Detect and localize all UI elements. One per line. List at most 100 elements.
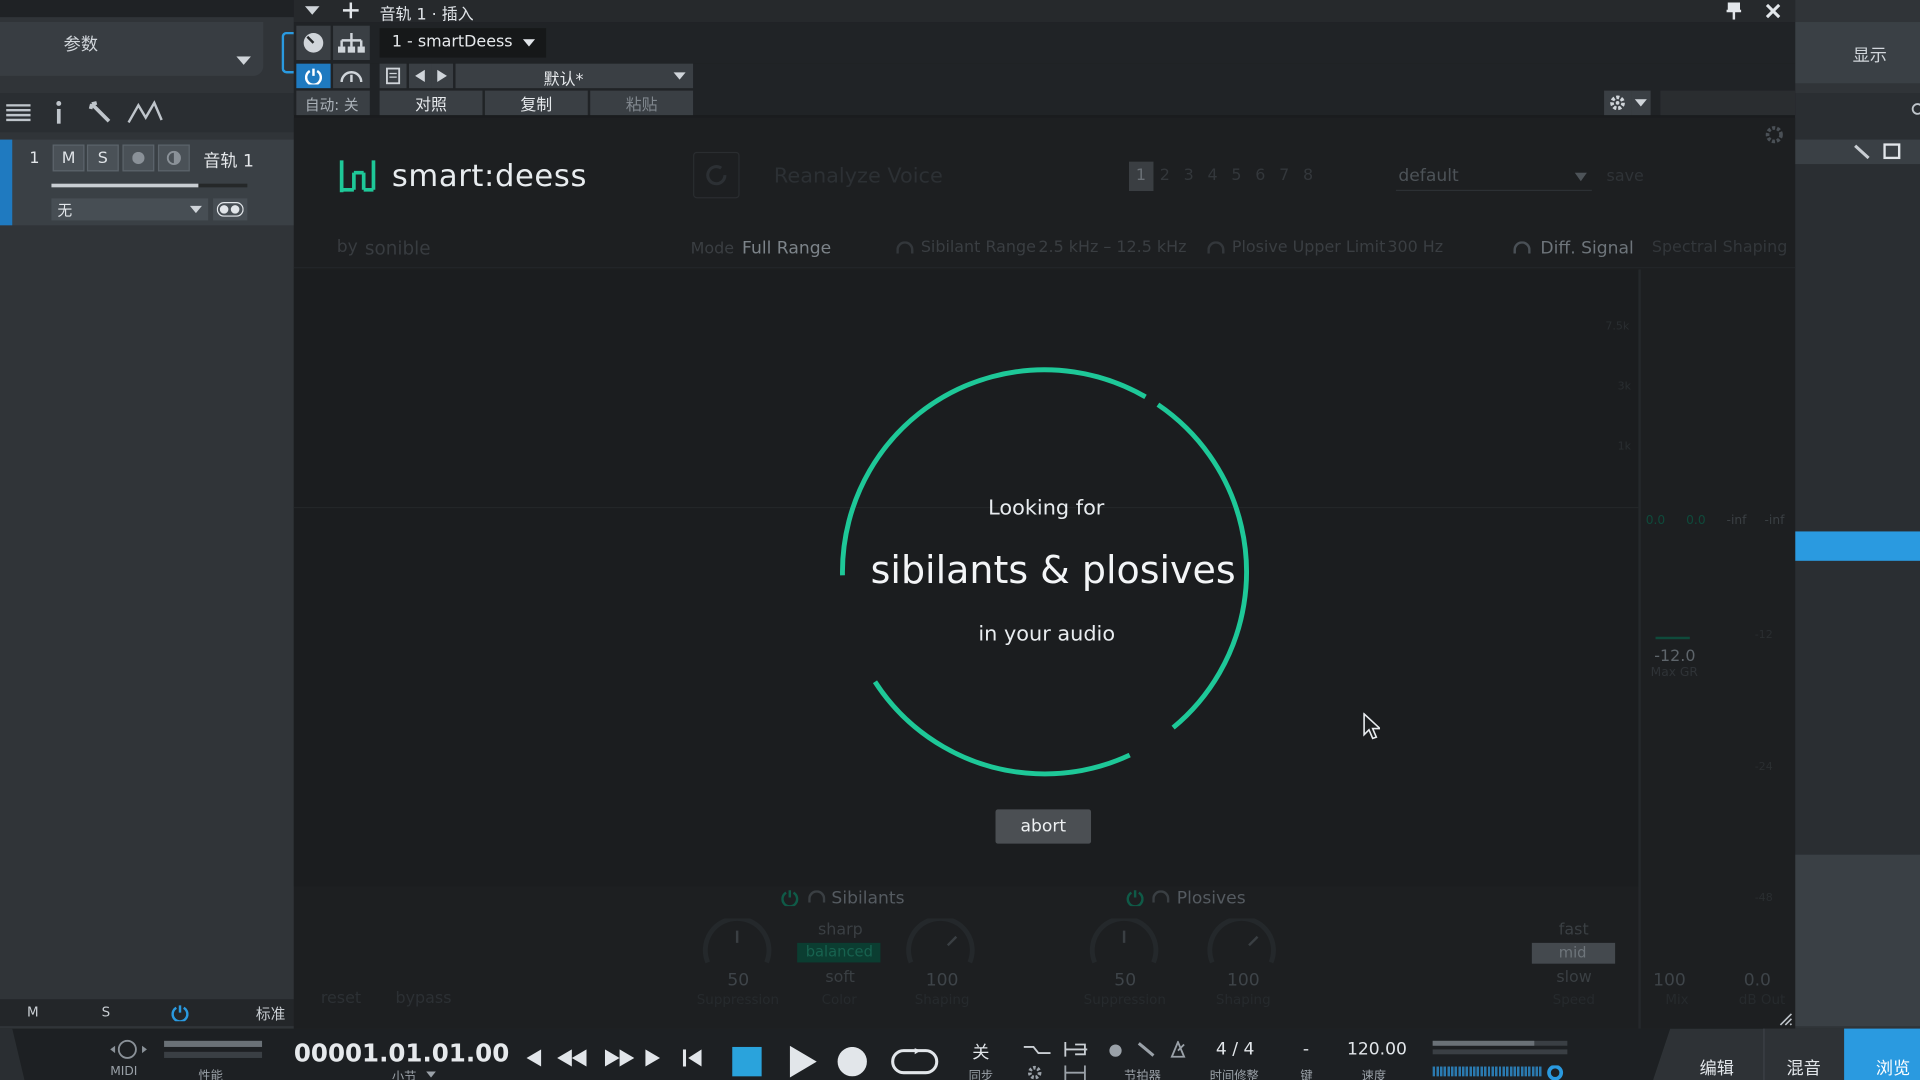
plugin-select[interactable]: 1 - smartDeess	[379, 28, 547, 58]
track-1[interactable]: 1 M S 音轨 1 无	[0, 139, 294, 226]
preset-slot-5[interactable]: 5	[1225, 162, 1249, 191]
preset-dropdown[interactable]: default	[1395, 164, 1592, 192]
time-signature[interactable]: 4 / 4	[1216, 1040, 1254, 1060]
list-icon[interactable]	[6, 104, 31, 122]
abort-button[interactable]: abort	[995, 809, 1092, 844]
close-icon[interactable]	[1765, 3, 1781, 19]
metronome-icon[interactable]	[1168, 1040, 1188, 1058]
power-icon[interactable]	[781, 889, 799, 907]
tab-mix[interactable]: 混音	[1763, 1028, 1845, 1080]
speed-option-mid[interactable]: mid	[1531, 942, 1616, 964]
pin-icon[interactable]	[1726, 2, 1742, 20]
wrench-icon[interactable]	[1854, 144, 1871, 160]
preset-slot-7[interactable]: 7	[1272, 162, 1296, 191]
compare-button[interactable]: 对照	[379, 90, 483, 116]
tab-browse[interactable]: 浏览	[1844, 1028, 1920, 1080]
power-icon[interactable]	[171, 1004, 189, 1022]
reset-button[interactable]: reset	[321, 989, 361, 1007]
preset-slot-4[interactable]: 4	[1201, 162, 1225, 191]
record-arm-button[interactable]	[122, 144, 155, 172]
next-marker-icon[interactable]	[645, 1049, 662, 1067]
paste-button[interactable]: 粘贴	[590, 90, 694, 116]
return-to-zero-icon[interactable]	[682, 1049, 702, 1067]
gear-icon[interactable]	[1026, 1064, 1043, 1080]
spectral-shaping-toggle[interactable]: Spectral Shaping	[1652, 239, 1787, 257]
solo-button[interactable]: S	[86, 144, 119, 172]
time-unit[interactable]: 小节	[392, 1067, 416, 1080]
speed-option-fast[interactable]: fast	[1559, 921, 1589, 939]
volume-fader[interactable]	[1432, 1066, 1543, 1077]
selected-row[interactable]	[1795, 531, 1920, 561]
preset-slot-3[interactable]: 3	[1177, 162, 1201, 191]
preset-next-button[interactable]	[431, 63, 454, 89]
sibilant-range-value[interactable]: 2.5 kHz – 12.5 kHz	[1038, 239, 1186, 257]
preset-slot-1[interactable]: 1	[1128, 161, 1153, 192]
tempo-value[interactable]: 120.00	[1347, 1040, 1407, 1060]
gear-icon[interactable]	[1765, 125, 1785, 145]
rewind-icon[interactable]	[557, 1049, 587, 1067]
mute-button[interactable]: M	[52, 144, 85, 172]
speed-option-slow[interactable]: slow	[1556, 969, 1591, 987]
search-icon[interactable]	[1910, 103, 1920, 118]
params-tab[interactable]: 参数	[0, 22, 264, 76]
autopunch-icon[interactable]	[1063, 1065, 1087, 1080]
diff-signal-toggle[interactable]: Diff. Signal	[1540, 239, 1633, 259]
fast-forward-icon[interactable]	[604, 1049, 635, 1067]
prev-marker-icon[interactable]	[524, 1049, 542, 1067]
precount-icon[interactable]	[1108, 1043, 1123, 1058]
preset-select[interactable]: 默认*	[455, 63, 694, 89]
sidechain-button[interactable]	[333, 63, 370, 89]
out-value[interactable]: 0.0	[1744, 971, 1771, 991]
toggle-switch[interactable]	[213, 198, 248, 221]
preset-slot-2[interactable]: 2	[1153, 162, 1177, 191]
plus-icon[interactable]	[342, 2, 359, 19]
headphones-icon[interactable]	[1207, 241, 1225, 256]
headphones-icon[interactable]	[1152, 890, 1170, 905]
midi-icon[interactable]	[108, 1038, 150, 1060]
plosives-suppression-knob[interactable]	[1087, 918, 1160, 967]
preset-slot-6[interactable]: 6	[1248, 162, 1272, 191]
reanalyze-button[interactable]	[693, 151, 740, 199]
standard-view-label[interactable]: 标准	[256, 1003, 285, 1024]
sibilants-shaping-knob[interactable]	[904, 918, 977, 967]
track-name[interactable]: 音轨 1	[203, 148, 254, 172]
plosive-limit-value[interactable]: 300 Hz	[1387, 239, 1443, 257]
play-icon[interactable]	[789, 1045, 817, 1078]
color-option-soft[interactable]: soft	[825, 969, 855, 987]
auto-toggle[interactable]: 自动: 关	[296, 90, 370, 116]
headphones-icon[interactable]	[1513, 241, 1531, 256]
preset-slot-8[interactable]: 8	[1296, 162, 1320, 191]
info-icon[interactable]	[54, 100, 64, 124]
global-mute-button[interactable]: M	[27, 1004, 39, 1020]
preset-list-button[interactable]	[379, 63, 407, 89]
punch-in-icon[interactable]	[1023, 1043, 1051, 1055]
routing-button[interactable]	[333, 25, 370, 61]
power-icon[interactable]	[1126, 889, 1144, 907]
record-icon[interactable]	[837, 1046, 867, 1077]
sibilants-suppression-knob[interactable]	[700, 918, 773, 967]
settings-button[interactable]	[1604, 90, 1632, 116]
pre-roll-icon[interactable]	[1063, 1042, 1088, 1057]
automation-icon[interactable]	[127, 100, 164, 124]
save-button[interactable]: save	[1607, 168, 1644, 186]
color-option-balanced[interactable]: balanced	[797, 942, 881, 963]
bypass-plugin-button[interactable]	[296, 25, 331, 61]
color-option-sharp[interactable]: sharp	[818, 921, 863, 939]
volume-slider[interactable]	[51, 183, 248, 188]
bypass-button[interactable]: bypass	[396, 989, 452, 1007]
headphones-icon[interactable]	[808, 890, 826, 905]
monitor-button[interactable]	[157, 144, 190, 172]
display-tab[interactable]: 显示	[1795, 22, 1920, 84]
key-value[interactable]: -	[1303, 1040, 1309, 1060]
wrench-icon[interactable]	[1136, 1041, 1156, 1058]
settings-dropdown[interactable]	[1631, 90, 1651, 116]
wrench-icon[interactable]	[88, 100, 115, 124]
resize-grip-icon[interactable]	[1778, 1011, 1793, 1026]
global-solo-button[interactable]: S	[102, 1004, 111, 1020]
time-display[interactable]: 00001.01.01.00	[294, 1038, 509, 1067]
loop-icon[interactable]	[890, 1046, 939, 1078]
input-select[interactable]: 无	[51, 198, 209, 221]
stop-button[interactable]	[732, 1046, 762, 1077]
mix-value[interactable]: 100	[1653, 971, 1686, 991]
headphones-icon[interactable]	[896, 241, 914, 256]
